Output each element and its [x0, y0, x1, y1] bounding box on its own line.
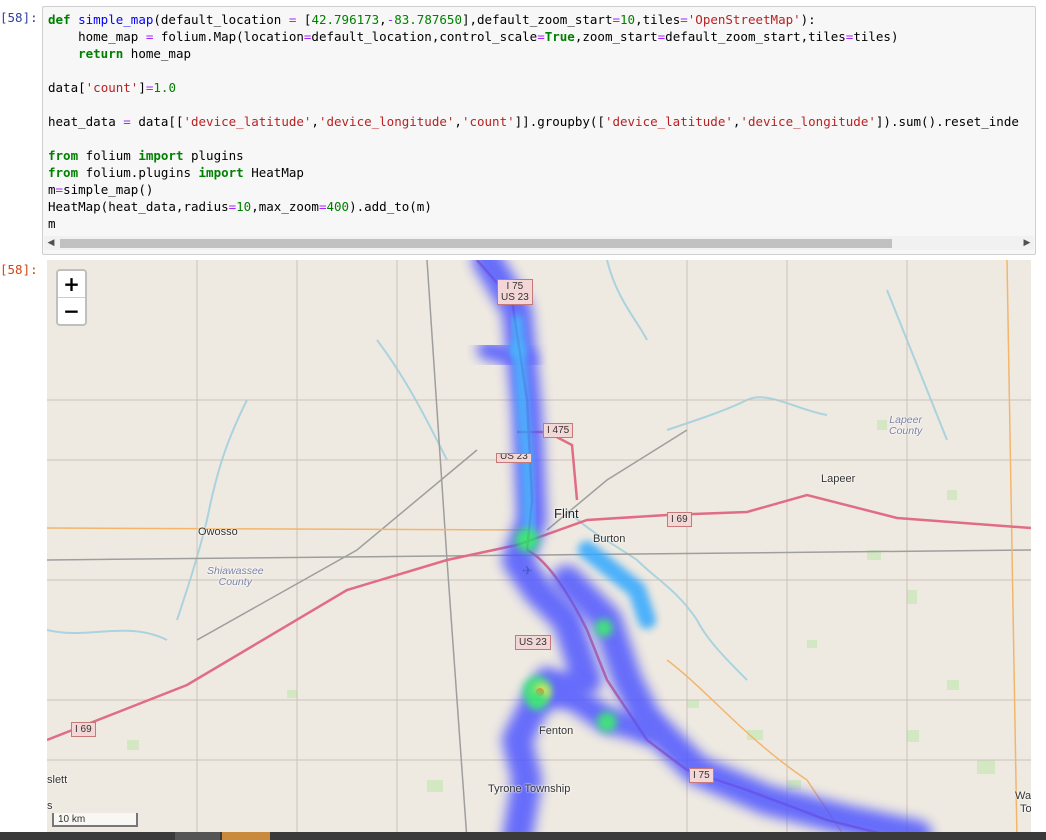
code-line: heat_data = data[['device_latitude','dev…	[48, 114, 1019, 129]
code-line: data['count']=1.0	[48, 80, 176, 95]
railways	[47, 260, 1031, 840]
map-scale-bar: 10 km	[52, 813, 138, 827]
code-line: from folium import plugins	[48, 148, 244, 163]
highway-shield-i69-west: I 69	[71, 722, 96, 737]
status-segment-active	[222, 832, 270, 840]
place-label-flint: Flint	[554, 506, 579, 521]
shield-us23-label: US 23	[501, 292, 529, 303]
input-prompt: [58]:	[0, 10, 38, 25]
heatmap-layer	[472, 260, 932, 840]
place-label-wa: Wa	[1015, 790, 1031, 802]
bottom-status-strip	[0, 832, 1046, 840]
county-lapeer-line2: County	[889, 425, 923, 437]
highway-shield-i75: I 75 US 23	[497, 279, 533, 305]
motorways	[47, 260, 1031, 840]
code-line: m	[48, 216, 56, 231]
highway-shield-i475: I 475	[543, 423, 574, 438]
status-segment	[175, 832, 220, 840]
county-label-lapeer: Lapeer County	[889, 415, 922, 437]
highway-shield-us23-partial: US 23	[496, 453, 532, 463]
zoom-control: + −	[56, 269, 87, 326]
county-label-shiawassee: Shiawassee County	[207, 566, 264, 588]
place-label-tyrone-township: Tyrone Township	[488, 783, 571, 795]
code-line: from folium.plugins import HeatMap	[48, 165, 304, 180]
highway-shield-us23-south: US 23	[515, 635, 551, 650]
code-line: m=simple_map()	[48, 182, 154, 197]
horizontal-scrollbar[interactable]: ◀ ▶	[44, 236, 1034, 250]
highway-shield-i69-east: I 69	[667, 512, 692, 527]
zoom-out-button[interactable]: −	[58, 297, 85, 324]
county-shiawassee-line2: County	[218, 576, 252, 588]
scroll-left-icon[interactable]: ◀	[44, 236, 58, 250]
code-editor[interactable]: def simple_map(default_location = [42.79…	[48, 11, 1031, 235]
place-label-lapeer: Lapeer	[821, 473, 856, 485]
zoom-in-button[interactable]: +	[58, 271, 85, 297]
shield-i75-label: I 75	[506, 281, 524, 292]
scroll-right-icon[interactable]: ▶	[1020, 236, 1034, 250]
code-line: def simple_map(default_location = [42.79…	[48, 12, 816, 27]
rivers	[47, 260, 948, 681]
place-label-burton: Burton	[593, 533, 626, 545]
map-tiles: ✈	[47, 260, 1031, 840]
code-line: home_map = folium.Map(location=default_l…	[48, 29, 899, 44]
code-line: return home_map	[78, 46, 191, 61]
folium-map[interactable]: ✈ + − I 75 US 23 I 475 US 23 I 69 US 23 …	[47, 260, 1031, 840]
place-label-s: s	[47, 800, 53, 812]
place-label-fenton: Fenton	[539, 725, 574, 737]
place-label-to: To	[1020, 803, 1031, 815]
scrollbar-thumb[interactable]	[60, 239, 892, 248]
output-prompt: [58]:	[0, 262, 38, 277]
airplane-icon: ✈	[522, 564, 533, 579]
highway-shield-i75-south: I 75	[689, 768, 714, 783]
minor-roads	[47, 260, 1031, 840]
place-label-slett: slett	[47, 774, 68, 786]
code-cell-input[interactable]: def simple_map(default_location = [42.79…	[42, 6, 1036, 255]
place-label-owosso: Owosso	[198, 526, 238, 538]
code-line: HeatMap(heat_data,radius=10,max_zoom=400…	[48, 199, 432, 214]
